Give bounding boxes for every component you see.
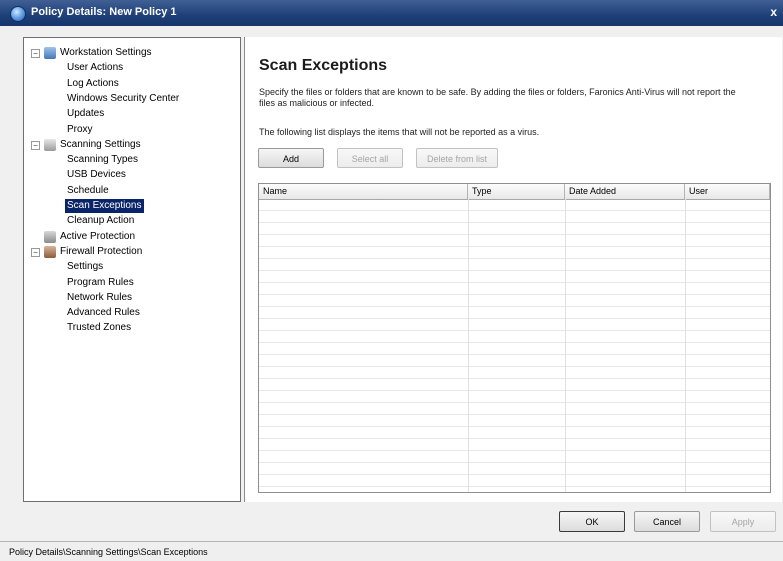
tree-item[interactable]: − Workstation Settings [31, 46, 236, 60]
column-divider [685, 199, 686, 492]
tree-item[interactable]: Proxy [31, 123, 236, 137]
tree-item[interactable]: Program Rules [31, 276, 236, 290]
tree-item[interactable]: Advanced Rules [31, 306, 236, 320]
add-button[interactable]: Add [258, 148, 324, 168]
column-divider [770, 199, 771, 492]
tree-item-label: Program Rules [67, 276, 134, 288]
close-icon[interactable]: x [770, 5, 777, 19]
tree-item[interactable]: Scanning Types [31, 153, 236, 167]
cancel-button[interactable]: Cancel [634, 511, 700, 532]
tree-item[interactable]: User Actions [31, 61, 236, 75]
tree-item-label: Active Protection [60, 230, 136, 242]
tree-item[interactable]: − Scanning Settings [31, 138, 236, 152]
tree-item-label: Schedule [67, 184, 109, 196]
firewall-icon [44, 245, 56, 258]
grid-header: Name Type Date Added User [259, 184, 770, 200]
tree-item[interactable]: Log Actions [31, 77, 236, 91]
app-globe-icon [10, 6, 26, 22]
tree-item-label: Settings [67, 261, 104, 273]
tree-item[interactable]: Schedule [31, 184, 236, 198]
tree-item-label: Cleanup Action [67, 215, 135, 227]
title-bar: Policy Details: New Policy 1 x [0, 0, 783, 26]
tree-item-label: Network Rules [67, 291, 133, 303]
column-header-user[interactable]: User [685, 184, 770, 199]
status-bar: Policy Details\Scanning Settings\Scan Ex… [0, 541, 783, 561]
tree-item-label: Windows Security Center [67, 92, 180, 104]
status-bar-text: Policy Details\Scanning Settings\Scan Ex… [9, 547, 208, 557]
collapse-toggle-icon[interactable]: − [31, 140, 40, 150]
page-title: Scan Exceptions [259, 57, 388, 74]
scan-exceptions-panel: Scan Exceptions Specify the files or fol… [244, 37, 782, 502]
tree-item-label: User Actions [67, 62, 124, 74]
tree-item[interactable]: Updates [31, 107, 236, 121]
tree-item[interactable]: Network Rules [31, 291, 236, 305]
column-header-date-added[interactable]: Date Added [565, 184, 685, 199]
column-divider [565, 199, 566, 492]
apply-button[interactable]: Apply [710, 511, 776, 532]
column-header-type[interactable]: Type [468, 184, 565, 199]
column-header-name[interactable]: Name [259, 184, 468, 199]
description-text: Specify the files or folders that are kn… [259, 87, 736, 108]
list-note-text: The following list displays the items th… [259, 127, 540, 137]
tree-item-label: Updates [67, 108, 105, 120]
tree-item[interactable]: Trusted Zones [31, 321, 236, 335]
scanning-icon [44, 138, 56, 151]
tree-item-label: Scanning Types [67, 154, 138, 166]
tree-item-label: Firewall Protection [60, 245, 143, 257]
policy-tree[interactable]: − Workstation Settings User Actions Log Act… [23, 37, 241, 502]
tree-item-label: Log Actions [67, 77, 119, 89]
delete-from-list-button[interactable]: Delete from list [416, 148, 498, 168]
tree-item[interactable]: Cleanup Action [31, 214, 236, 228]
workstation-icon [44, 47, 56, 59]
tree-item[interactable]: Windows Security Center [31, 92, 236, 106]
grid-rows [259, 199, 770, 492]
collapse-toggle-icon[interactable]: − [31, 49, 40, 58]
tree-item-label: Workstation Settings [60, 47, 152, 58]
collapse-toggle-icon[interactable]: − [31, 247, 40, 257]
dialog-button-bar: OK Cancel Apply [0, 505, 783, 540]
tree-item[interactable]: USB Devices [31, 168, 236, 182]
tree-item-label: Advanced Rules [67, 307, 140, 319]
window-title: Policy Details: New Policy 1 [31, 6, 177, 18]
select-all-button[interactable]: Select all [337, 148, 403, 168]
tree-item-label: Scan Exceptions [65, 199, 144, 213]
tree-item[interactable]: Settings [31, 260, 236, 274]
exceptions-grid[interactable]: Name Type Date Added User [258, 183, 771, 493]
column-divider [468, 199, 469, 492]
ok-button[interactable]: OK [559, 511, 625, 532]
tree-item[interactable]: Scan Exceptions [31, 199, 236, 213]
tree-item-label: USB Devices [67, 169, 126, 181]
tree-item[interactable]: Active Protection [31, 230, 236, 244]
tree-item-label: Scanning Settings [60, 138, 141, 150]
tree-item-label: Proxy [67, 123, 93, 135]
tree-item-label: Trusted Zones [67, 322, 132, 334]
active-protection-icon [44, 230, 56, 243]
tree-item[interactable]: − Firewall Protection [31, 245, 236, 259]
